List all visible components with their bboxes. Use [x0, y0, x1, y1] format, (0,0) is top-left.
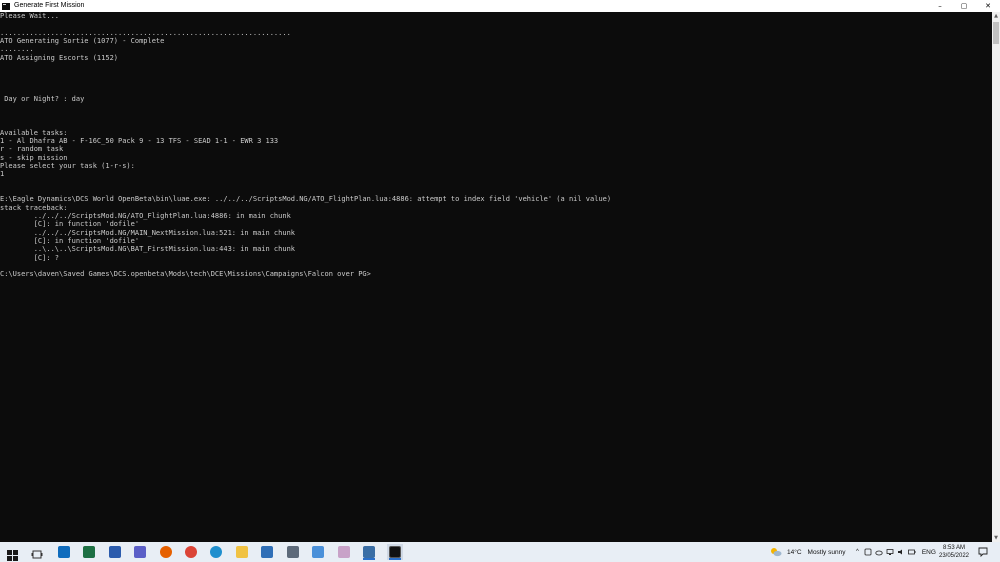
- command-prompt-icon: [389, 546, 401, 558]
- calculator-app[interactable]: [285, 544, 301, 560]
- active-app-indicator: [363, 558, 375, 560]
- maximize-button[interactable]: ▢: [952, 0, 976, 12]
- tray-icons: [864, 548, 916, 556]
- remote-desktop-app[interactable]: [310, 544, 326, 560]
- close-button[interactable]: ✕: [976, 0, 1000, 12]
- remote-desktop-icon: [312, 546, 324, 558]
- paint-icon: [338, 546, 350, 558]
- firefox-icon: [160, 546, 172, 558]
- defender-icon[interactable]: [864, 548, 872, 556]
- command-prompt-app[interactable]: [387, 544, 403, 560]
- calculator-icon: [287, 546, 299, 558]
- vertical-scrollbar[interactable]: ▲ ▼: [992, 12, 1000, 542]
- task-view-icon: [31, 546, 43, 559]
- excel-icon: [83, 546, 95, 558]
- windows-logo-icon: [7, 546, 19, 561]
- store-app[interactable]: [259, 544, 275, 560]
- dcs-app[interactable]: [361, 544, 377, 560]
- taskbar: 14°C Mostly sunny ^ ENG 8:53 AM 23/05/20…: [0, 542, 1000, 562]
- outlook-app[interactable]: [56, 544, 72, 560]
- window-controls: – ▢ ✕: [928, 0, 1000, 12]
- window-title: Generate First Mission: [14, 2, 85, 9]
- cloud-icon[interactable]: [875, 548, 883, 556]
- command-prompt-icon: [2, 2, 10, 10]
- folder-icon: [236, 546, 248, 558]
- clock-date: 23/05/2022: [938, 553, 970, 559]
- word-app[interactable]: [107, 544, 123, 560]
- partly-sunny-icon: [771, 548, 782, 557]
- show-hidden-icons-chevron-icon[interactable]: ^: [856, 549, 859, 555]
- firefox-app[interactable]: [158, 544, 174, 560]
- clock-time: 8:53 AM: [942, 545, 965, 551]
- store-icon: [261, 546, 273, 558]
- edge-icon: [210, 546, 222, 558]
- weather-widget[interactable]: 14°C Mostly sunny: [770, 542, 845, 562]
- minimize-button[interactable]: –: [928, 0, 952, 12]
- console-output[interactable]: Please Wait... .........................…: [0, 12, 992, 542]
- file-explorer-app[interactable]: [234, 544, 250, 560]
- task-view-button[interactable]: [29, 544, 45, 560]
- clock[interactable]: 8:53 AM 23/05/2022: [937, 544, 971, 560]
- jet-icon: [363, 546, 375, 558]
- scrollbar-thumb[interactable]: [993, 22, 999, 44]
- scroll-down-arrow-icon[interactable]: ▼: [992, 534, 1000, 542]
- system-tray: ^ ENG: [856, 542, 936, 562]
- excel-app[interactable]: [81, 544, 97, 560]
- battery-icon[interactable]: [907, 548, 916, 556]
- weather-condition: Mostly sunny: [807, 548, 846, 556]
- chrome-icon: [185, 546, 197, 558]
- teams-app[interactable]: [132, 544, 148, 560]
- window-title-bar[interactable]: Generate First Mission – ▢ ✕: [0, 0, 1000, 12]
- console-text: Please Wait... .........................…: [0, 12, 612, 279]
- edge-app[interactable]: [208, 544, 224, 560]
- volume-icon[interactable]: [897, 548, 905, 556]
- start-button[interactable]: [5, 544, 21, 561]
- scroll-up-arrow-icon[interactable]: ▲: [992, 12, 1000, 20]
- teams-icon: [134, 546, 146, 558]
- paint-app[interactable]: [336, 544, 352, 560]
- chrome-app[interactable]: [183, 544, 199, 560]
- language-indicator[interactable]: ENG: [922, 549, 936, 556]
- network-icon[interactable]: [886, 548, 894, 556]
- notification-icon[interactable]: [978, 547, 988, 557]
- outlook-icon: [58, 546, 70, 558]
- word-icon: [109, 546, 121, 558]
- active-app-indicator: [389, 558, 401, 560]
- weather-temperature: 14°C: [787, 548, 802, 556]
